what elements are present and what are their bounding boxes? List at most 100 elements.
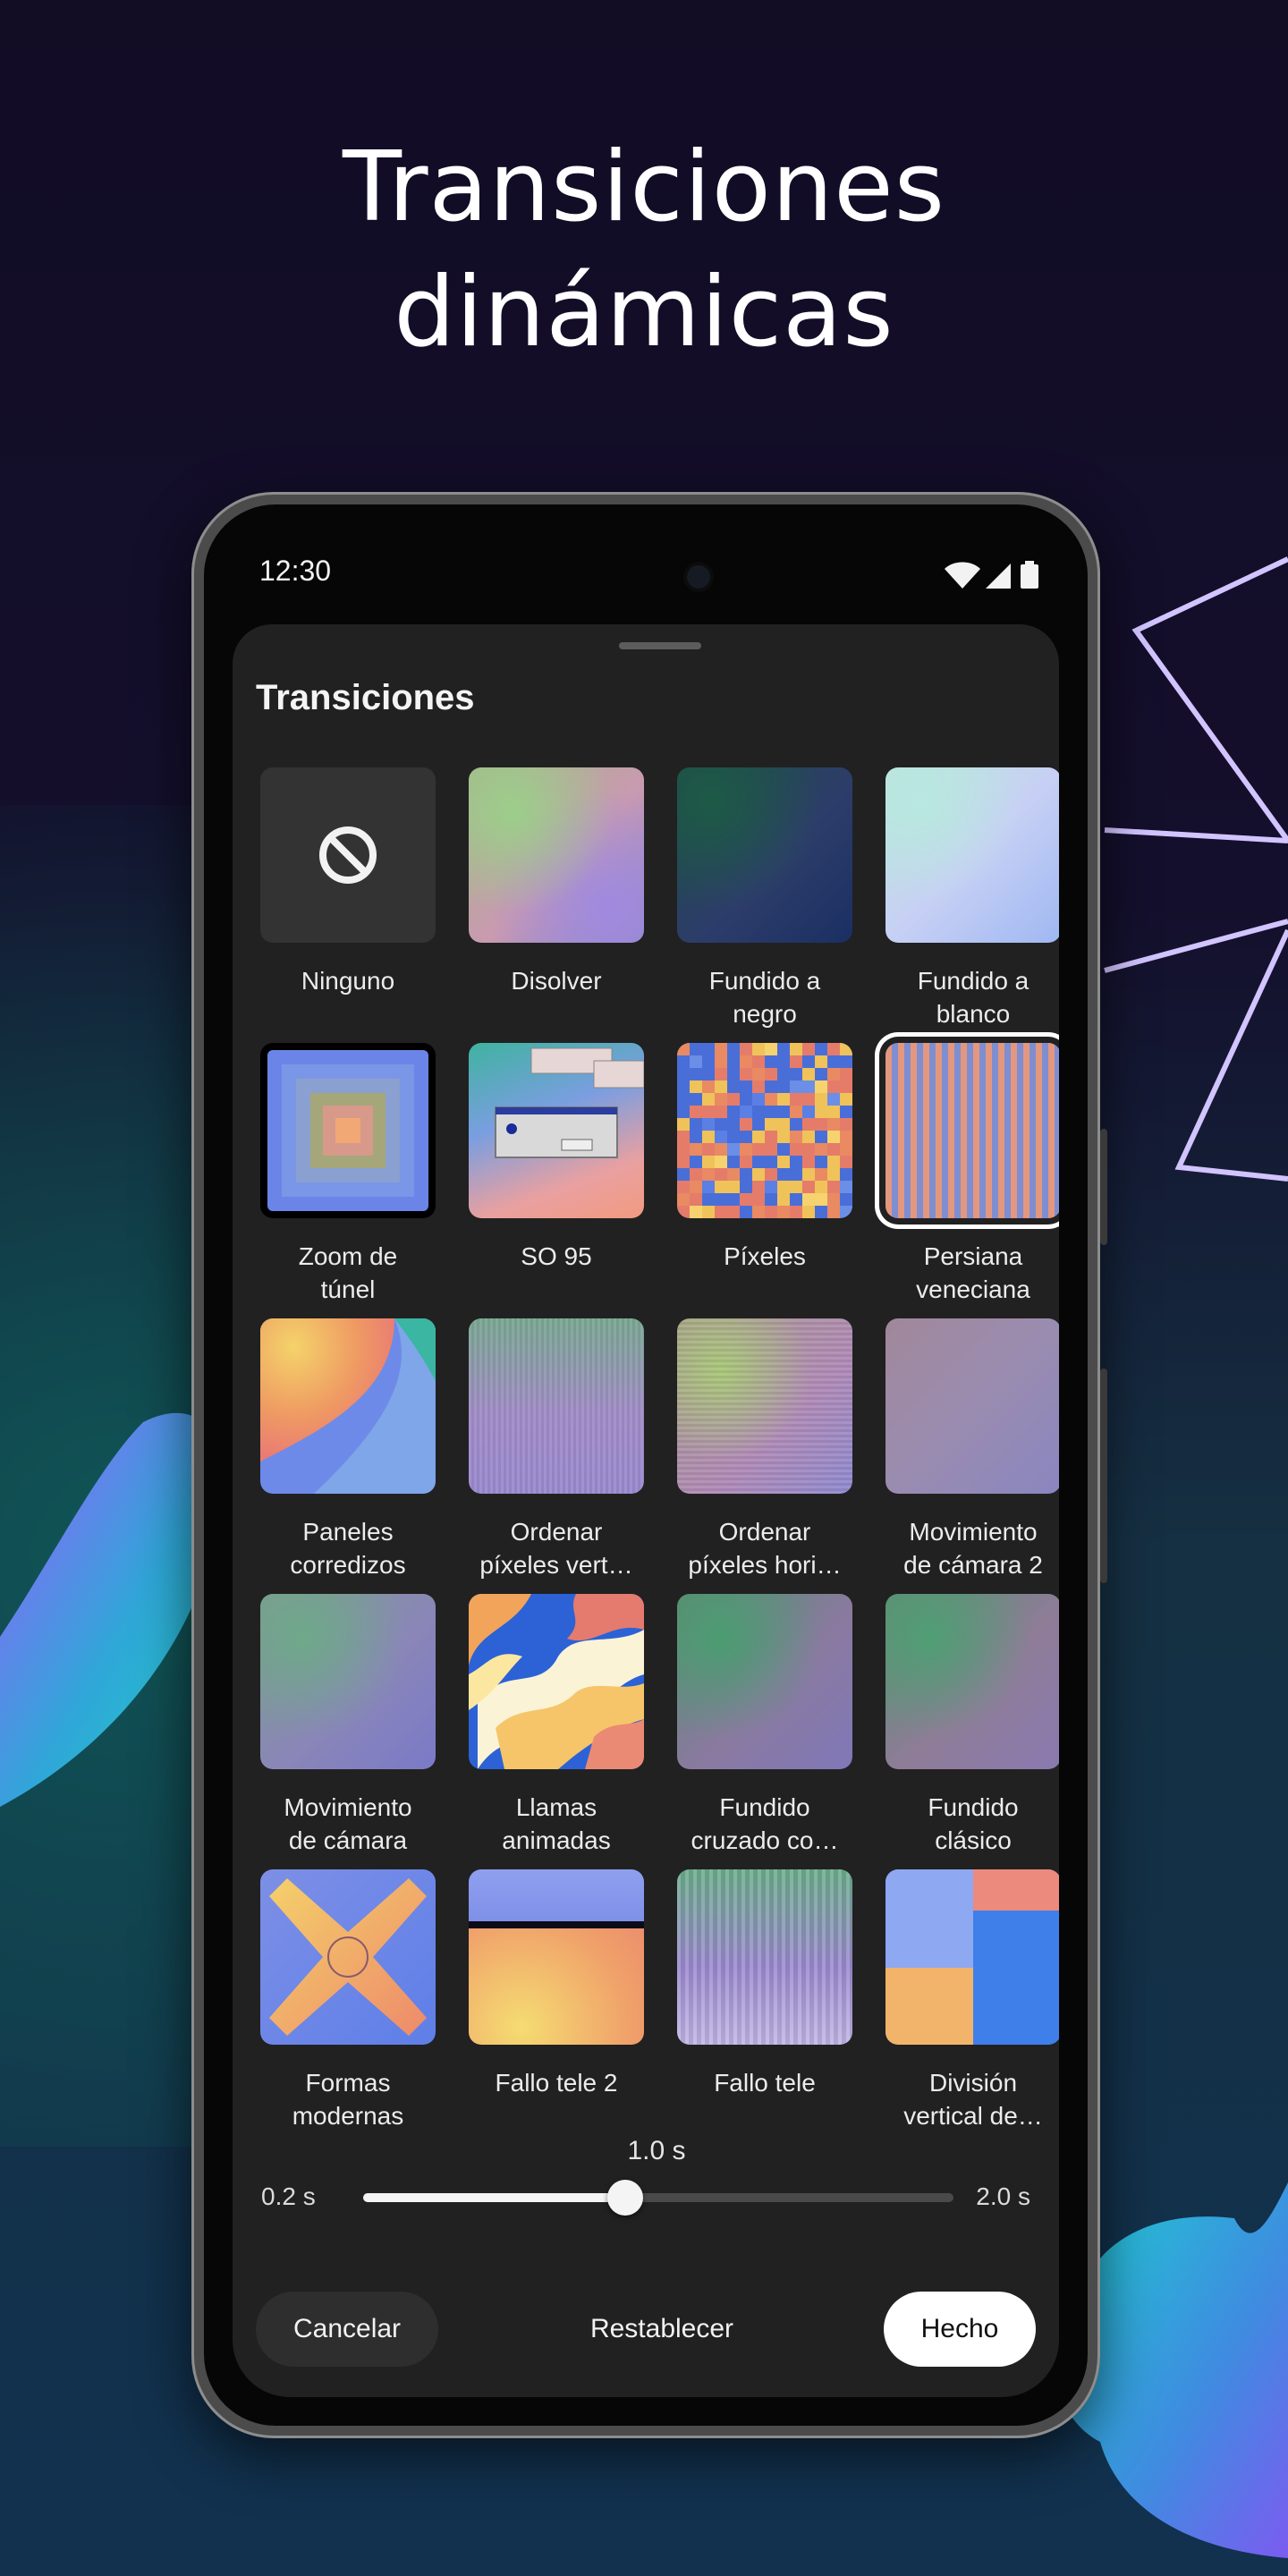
pixel-cell xyxy=(777,1055,791,1069)
pixel-cell xyxy=(715,1055,728,1069)
slider-fill xyxy=(363,2193,625,2202)
pixel-cell xyxy=(740,1106,753,1119)
pixel-cell xyxy=(677,1106,691,1119)
pixel-cell xyxy=(827,1131,841,1144)
tile-tunnel[interactable]: Zoom de túnel xyxy=(260,1043,436,1306)
pixel-cell xyxy=(752,1143,766,1157)
tile-thumb xyxy=(260,767,436,943)
pixel-cell xyxy=(802,1093,816,1106)
drag-handle[interactable] xyxy=(619,642,701,649)
slider-track[interactable] xyxy=(363,2180,953,2216)
pixel-cell xyxy=(677,1168,691,1182)
pixel-cell xyxy=(727,1093,741,1106)
pixel-cell xyxy=(815,1143,828,1157)
status-time: 12:30 xyxy=(259,555,332,587)
tile-label: Fallo tele 2 xyxy=(495,2069,618,2097)
split-preview xyxy=(886,1869,1059,2045)
pixel-cell xyxy=(840,1168,852,1182)
tile-shapes[interactable]: Formas modernas xyxy=(260,1869,436,2127)
pixel-cell xyxy=(777,1156,791,1169)
pixel-cell xyxy=(677,1156,691,1169)
pixel-cell xyxy=(827,1193,841,1207)
pixel-cell xyxy=(827,1206,841,1218)
transitions-grid[interactable]: Ninguno Disolver Fundido a negro Fundido… xyxy=(233,767,1059,2127)
pixel-cell xyxy=(702,1068,716,1081)
pixel-cell xyxy=(815,1080,828,1094)
tile-camera2[interactable]: Movimiento de cámara 2 xyxy=(886,1318,1059,1581)
tile-thumb xyxy=(886,1043,1059,1218)
tile-thumb xyxy=(886,767,1059,943)
pixel-cell xyxy=(777,1131,791,1144)
pixel-cell xyxy=(840,1043,852,1056)
status-icons xyxy=(945,561,1038,589)
tile-panels[interactable]: Paneles corredizos xyxy=(260,1318,436,1581)
tile-blinds[interactable]: Persiana veneciana xyxy=(886,1043,1059,1306)
pixel-cell xyxy=(752,1131,766,1144)
pixel-cell xyxy=(677,1068,691,1081)
tile-thumb xyxy=(469,1043,644,1218)
tile-tv2[interactable]: Fallo tele 2 xyxy=(469,1869,644,2099)
tile-label: Fundido clásico xyxy=(928,1793,1019,1854)
tile-thumb xyxy=(260,1594,436,1769)
tile-fade-white[interactable]: Fundido a blanco xyxy=(886,767,1059,1030)
pixel-cell xyxy=(790,1118,803,1131)
pixel-cell xyxy=(765,1143,778,1157)
tile-tv[interactable]: Fallo tele xyxy=(677,1869,852,2099)
tile-so95[interactable]: SO 95 xyxy=(469,1043,644,1273)
tile-label: Fundido a negro xyxy=(708,967,821,1028)
tile-split[interactable]: División vertical de… xyxy=(886,1869,1059,2127)
tile-dissolve[interactable]: Disolver xyxy=(469,767,644,997)
tile-crossfade[interactable]: Fundido cruzado co… xyxy=(677,1594,852,1857)
tile-thumb xyxy=(677,1594,852,1769)
pixel-cell xyxy=(677,1206,691,1218)
reset-button[interactable]: Restablecer xyxy=(572,2292,751,2367)
pixel-cell xyxy=(690,1118,703,1131)
pixel-cell xyxy=(677,1131,691,1144)
tile-flames[interactable]: Llamas animadas xyxy=(469,1594,644,1857)
pixel-cell xyxy=(690,1106,703,1119)
pixels-preview xyxy=(677,1043,852,1218)
slider-thumb[interactable] xyxy=(607,2180,643,2216)
headline-line-2: dinámicas xyxy=(394,257,894,369)
pixel-cell xyxy=(690,1068,703,1081)
pixel-cell xyxy=(752,1193,766,1207)
pixel-cell xyxy=(827,1143,841,1157)
tile-label: Zoom de túnel xyxy=(298,1242,398,1303)
wifi-icon xyxy=(945,562,980,589)
tile-label: Paneles corredizos xyxy=(290,1518,406,1579)
pixel-cell xyxy=(740,1118,753,1131)
pixel-cell xyxy=(727,1106,741,1119)
tile-label: Disolver xyxy=(511,967,602,995)
pixel-cell xyxy=(740,1043,753,1056)
tile-camera[interactable]: Movimiento de cámara xyxy=(260,1594,436,1857)
done-button[interactable]: Hecho xyxy=(884,2292,1036,2367)
pixel-cell xyxy=(715,1143,728,1157)
signal-icon xyxy=(986,564,1011,589)
pixel-cell xyxy=(740,1168,753,1182)
tile-thumb xyxy=(677,1318,852,1494)
tile-none[interactable]: Ninguno xyxy=(260,767,436,997)
pixel-cell xyxy=(702,1106,716,1119)
pixel-cell xyxy=(790,1093,803,1106)
tile-sort-vert[interactable]: Ordenar píxeles vert… xyxy=(469,1318,644,1581)
pixel-cell xyxy=(827,1156,841,1169)
tile-classic[interactable]: Fundido clásico xyxy=(886,1594,1059,1857)
pixel-cell xyxy=(777,1193,791,1207)
tile-fade-black[interactable]: Fundido a negro xyxy=(677,767,852,1030)
pixel-cell xyxy=(715,1106,728,1119)
tile-label: Llamas animadas xyxy=(502,1793,611,1854)
pixel-cell xyxy=(740,1181,753,1194)
pixel-cell xyxy=(740,1068,753,1081)
pixel-cell xyxy=(815,1193,828,1207)
tile-thumb xyxy=(677,1869,852,2045)
cancel-button[interactable]: Cancelar xyxy=(256,2292,438,2367)
pixel-cell xyxy=(727,1168,741,1182)
pixel-cell xyxy=(827,1168,841,1182)
tile-pixels[interactable]: Píxeles xyxy=(677,1043,852,1273)
tile-thumb xyxy=(260,1043,436,1218)
pixel-cell xyxy=(802,1080,816,1094)
tile-sort-hori[interactable]: Ordenar píxeles hori… xyxy=(677,1318,852,1581)
pixel-cell xyxy=(752,1043,766,1056)
volume-button xyxy=(1100,1368,1107,1583)
pixel-cell xyxy=(727,1156,741,1169)
